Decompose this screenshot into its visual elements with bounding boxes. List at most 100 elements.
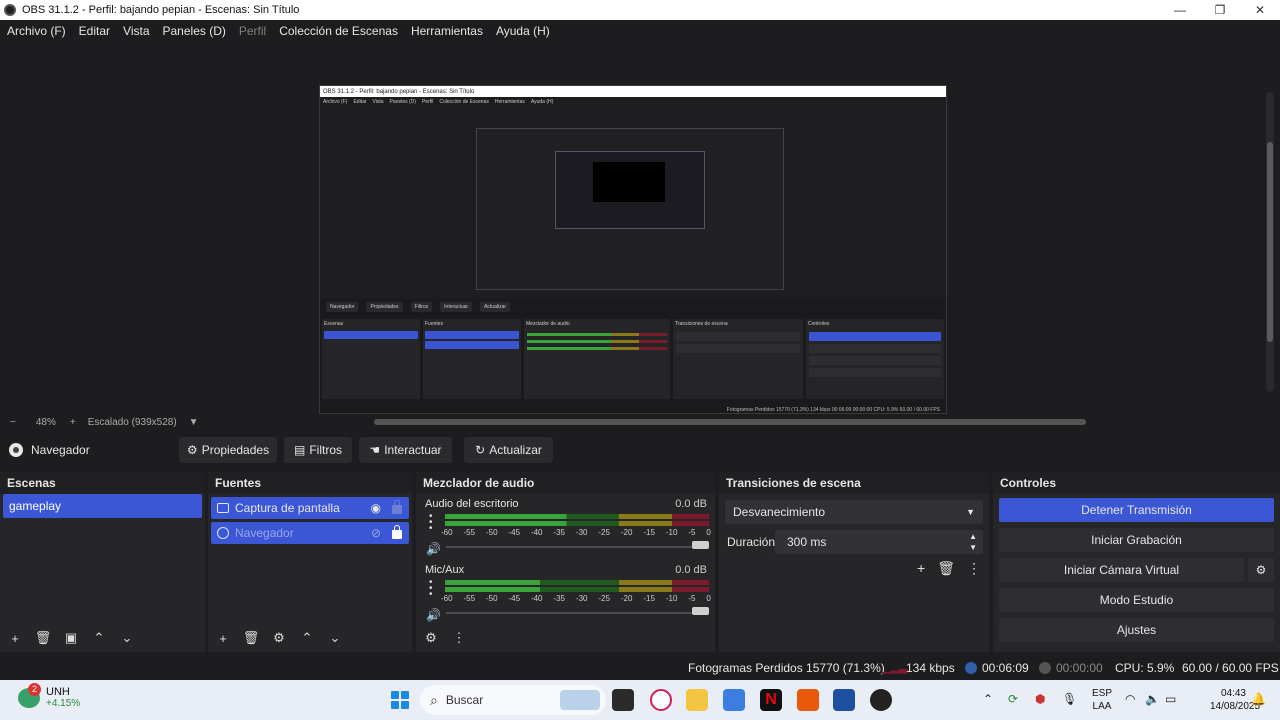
stop-stream-button[interactable]: Detener Transmisión bbox=[999, 498, 1274, 522]
unlock-icon[interactable] bbox=[392, 500, 402, 514]
channel-menu-icon[interactable]: • • • bbox=[429, 512, 433, 534]
volume-icon[interactable]: 🔈 bbox=[1145, 692, 1160, 706]
scenes-dock: Escenas gameplay + 🗑 ▣ ⌃ ⌄ bbox=[0, 472, 205, 652]
menu-docks[interactable]: Paneles (D) bbox=[163, 24, 226, 38]
menu-view[interactable]: Vista bbox=[123, 24, 149, 38]
netflix-app-icon[interactable]: N bbox=[760, 689, 782, 711]
source-item-screen-capture[interactable]: Captura de pantalla ◉ bbox=[211, 497, 409, 519]
scaling-dropdown-icon[interactable]: ▼ bbox=[189, 417, 199, 428]
interact-button[interactable]: ☚ Interactuar bbox=[359, 437, 452, 463]
maximize-button[interactable]: ❐ bbox=[1200, 0, 1240, 20]
move-up-icon[interactable]: ⌃ bbox=[298, 630, 316, 646]
preview-horizontal-scrollbar[interactable] bbox=[374, 419, 1086, 425]
taskbar-search[interactable]: ⌕ Buscar bbox=[420, 685, 606, 715]
menu-help[interactable]: Ayuda (H) bbox=[496, 24, 550, 38]
virtual-camera-settings-icon[interactable]: ⚙ bbox=[1248, 558, 1274, 582]
level-meter-fill bbox=[445, 587, 709, 592]
add-transition-icon[interactable]: + bbox=[917, 560, 925, 577]
remove-scene-icon[interactable]: 🗑 bbox=[34, 630, 52, 646]
menu-scene-collection[interactable]: Colección de Escenas bbox=[279, 24, 398, 38]
tick-label: -20 bbox=[620, 528, 633, 537]
menu-profile[interactable]: Perfil bbox=[239, 24, 266, 38]
menu-tools[interactable]: Herramientas bbox=[411, 24, 483, 38]
obs-taskbar-icon[interactable] bbox=[870, 689, 892, 711]
sync-icon[interactable]: ⟳ bbox=[1008, 692, 1018, 706]
transition-menu-icon[interactable]: ⋮ bbox=[967, 560, 981, 577]
move-down-icon[interactable]: ⌄ bbox=[118, 630, 136, 646]
minimize-button[interactable]: — bbox=[1160, 0, 1200, 20]
zoom-in-button[interactable]: + bbox=[70, 417, 76, 428]
duration-input[interactable]: 300 ms ▲ ▼ bbox=[775, 530, 983, 554]
refresh-button[interactable]: ↻ Actualizar bbox=[464, 437, 553, 463]
move-down-icon[interactable]: ⌄ bbox=[326, 630, 344, 646]
properties-button[interactable]: ⚙ Propiedades bbox=[179, 437, 277, 463]
advanced-audio-icon[interactable]: ⚙ bbox=[422, 630, 440, 646]
menu-edit[interactable]: Editar bbox=[79, 24, 110, 38]
spin-arrows-icon[interactable]: ▲ ▼ bbox=[969, 531, 977, 553]
preview-canvas[interactable]: OBS 31.1.2 - Perfil: bajando pepian - Es… bbox=[319, 85, 947, 414]
chevron-up-icon[interactable]: ⌃ bbox=[983, 692, 993, 706]
zoom-out-button[interactable]: − bbox=[10, 417, 16, 428]
tick-label: -50 bbox=[485, 528, 498, 537]
close-button[interactable]: ✕ bbox=[1240, 0, 1280, 20]
eye-visible-icon[interactable]: ◉ bbox=[371, 501, 381, 515]
store-app-icon[interactable] bbox=[723, 689, 745, 711]
brave-app-icon[interactable] bbox=[797, 689, 819, 711]
language-indicator[interactable]: ESP LAA bbox=[1092, 687, 1112, 713]
volume-slider-knob[interactable] bbox=[692, 541, 709, 549]
volume-slider-track[interactable] bbox=[446, 612, 701, 614]
start-virtual-camera-button[interactable]: Iniciar Cámara Virtual bbox=[999, 558, 1244, 582]
remove-source-icon[interactable]: 🗑 bbox=[242, 630, 260, 646]
lock-icon[interactable] bbox=[392, 525, 402, 539]
context-toolbar: Navegador ⚙ Propiedades ▤ Filtros ☚ Interac… bbox=[0, 433, 1280, 468]
preview-vertical-scrollbar[interactable] bbox=[1266, 92, 1274, 392]
tick-label: -20 bbox=[620, 594, 633, 603]
opera-app-icon[interactable] bbox=[650, 689, 672, 711]
bitrate-bars-icon: ▁▂▃ bbox=[882, 662, 908, 674]
menu-file[interactable]: Archivo (F) bbox=[7, 24, 66, 38]
wifi-icon[interactable]: ◠ bbox=[1125, 692, 1135, 706]
scene-item-gameplay[interactable]: gameplay bbox=[3, 494, 202, 518]
mixer-menu-icon[interactable]: ⋮ bbox=[450, 630, 468, 646]
level-meter-fill bbox=[445, 521, 709, 526]
file-explorer-icon[interactable] bbox=[686, 689, 708, 711]
tick-label: 0 bbox=[706, 528, 711, 537]
battery-icon[interactable]: ▭ bbox=[1165, 692, 1176, 706]
stock-widget[interactable]: 2 UNH +4.15% bbox=[18, 683, 80, 710]
settings-button[interactable]: Ajustes bbox=[999, 618, 1274, 642]
preview-area[interactable]: OBS 31.1.2 - Perfil: bajando pepian - Es… bbox=[0, 42, 1280, 414]
source-properties-icon[interactable]: ⚙ bbox=[270, 630, 288, 646]
windows-start-icon[interactable] bbox=[391, 691, 409, 709]
speaker-icon[interactable]: 🔊 bbox=[426, 608, 441, 622]
add-scene-icon[interactable]: + bbox=[6, 631, 24, 646]
remove-transition-icon[interactable]: 🗑 bbox=[937, 560, 955, 577]
start-recording-button[interactable]: Iniciar Grabación bbox=[999, 528, 1274, 552]
eye-hidden-icon[interactable]: ⊘ bbox=[371, 526, 381, 540]
studio-mode-button[interactable]: Modo Estudio bbox=[999, 588, 1274, 612]
source-item-browser[interactable]: Navegador ⊘ bbox=[211, 522, 409, 544]
terminal-app-icon[interactable] bbox=[612, 689, 634, 711]
move-up-icon[interactable]: ⌃ bbox=[90, 630, 108, 646]
search-highlight-image bbox=[560, 690, 600, 710]
transition-select[interactable]: Desvanecimiento ▼ bbox=[725, 500, 983, 524]
outlook-app-icon[interactable] bbox=[833, 689, 855, 711]
hand-icon: ☚ bbox=[369, 443, 381, 457]
channel-menu-icon[interactable]: • • • bbox=[429, 578, 433, 600]
filters-button[interactable]: ▤ Filtros bbox=[284, 437, 352, 463]
microphone-icon[interactable]: 🎙 bbox=[1062, 692, 1077, 706]
volume-slider-track[interactable] bbox=[446, 546, 701, 548]
security-icon[interactable]: ⬢ bbox=[1035, 692, 1045, 706]
scrollbar-thumb[interactable] bbox=[1267, 142, 1273, 342]
notifications-icon[interactable]: 🔔 bbox=[1251, 692, 1266, 706]
level-meter bbox=[445, 580, 709, 585]
speaker-icon[interactable]: 🔊 bbox=[426, 542, 441, 556]
volume-slider-knob[interactable] bbox=[692, 607, 709, 615]
tick-label: -60 bbox=[441, 594, 453, 603]
add-source-icon[interactable]: + bbox=[214, 631, 232, 646]
transitions-title: Transiciones de escena bbox=[719, 472, 989, 494]
clock[interactable]: 04:43 14/08/2025 bbox=[1210, 687, 1260, 713]
nested-toolbar-item: Propiedades bbox=[366, 302, 403, 312]
obs-app-icon bbox=[4, 4, 16, 16]
scene-filters-icon[interactable]: ▣ bbox=[62, 630, 80, 646]
nested-controls-panel: Controles bbox=[806, 319, 944, 399]
